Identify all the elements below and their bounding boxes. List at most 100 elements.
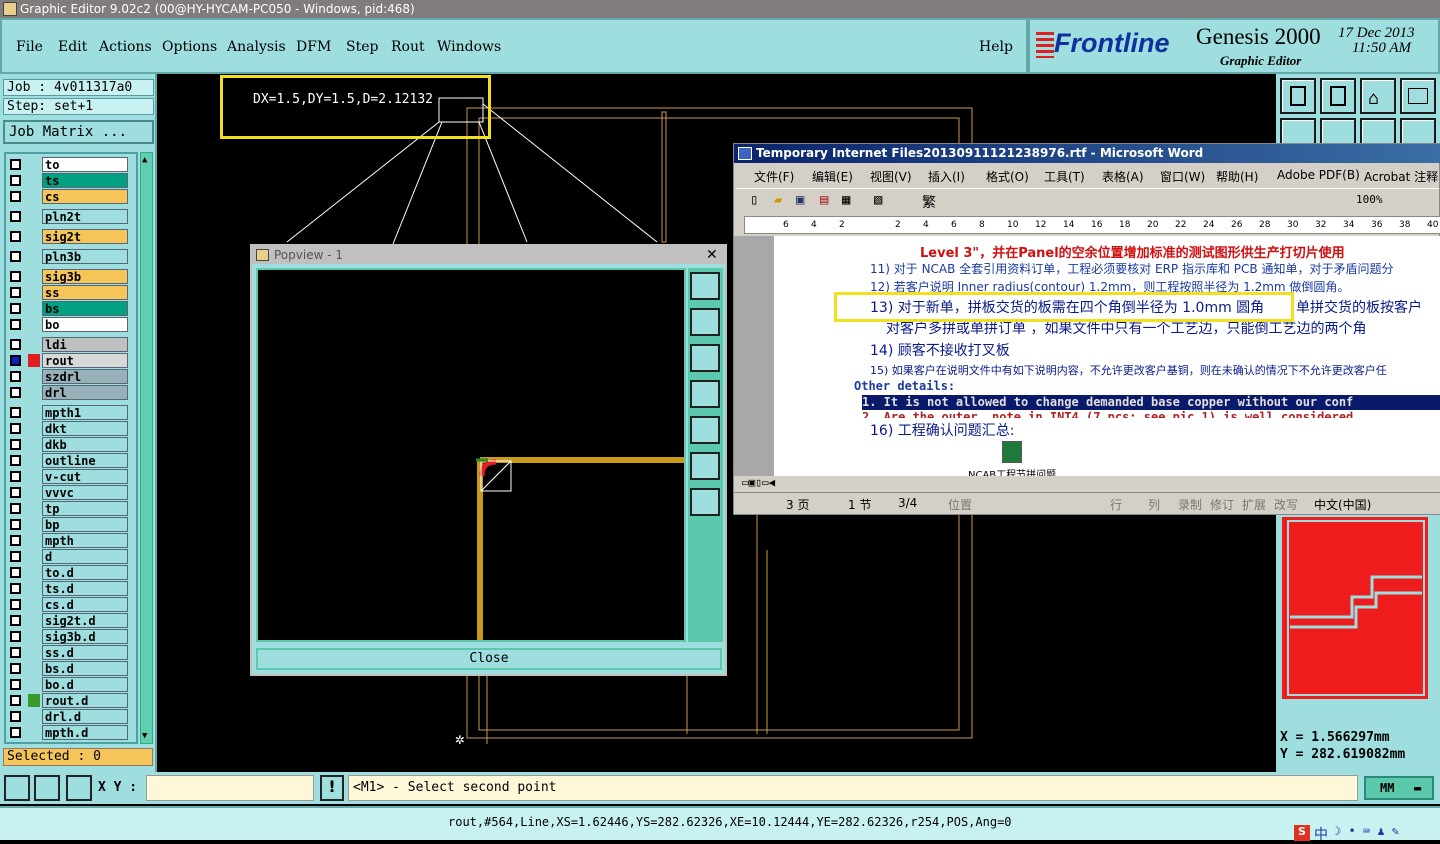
- layer-checkbox[interactable]: [10, 355, 21, 366]
- pop-tool-pan-right-icon[interactable]: [690, 416, 720, 444]
- word-titlebar[interactable]: Temporary Internet Files2013091112123897…: [734, 144, 1440, 163]
- job-matrix-button[interactable]: Job Matrix ...: [3, 120, 154, 144]
- tool-snap-icon[interactable]: [4, 775, 30, 801]
- popview-close-button[interactable]: Close: [256, 648, 722, 670]
- layer-checkbox[interactable]: [10, 519, 21, 530]
- layer-row[interactable]: ts.d: [6, 581, 130, 596]
- tool-grid-icon[interactable]: [66, 775, 92, 801]
- word-menu-edit[interactable]: 编辑(E): [812, 168, 853, 185]
- layer-row[interactable]: sig2t.d: [6, 613, 130, 628]
- layer-checkbox[interactable]: [10, 371, 21, 382]
- word-menu-tools[interactable]: 工具(T): [1044, 168, 1085, 185]
- layer-row[interactable]: ts: [6, 173, 130, 188]
- pop-tool-pan-up-icon[interactable]: [690, 308, 720, 336]
- layer-checkbox[interactable]: [10, 663, 21, 674]
- layer-row[interactable]: szdrl: [6, 369, 130, 384]
- tool-button-4[interactable]: [1400, 78, 1436, 114]
- layer-row[interactable]: d: [6, 549, 130, 564]
- tool-measure-icon[interactable]: [34, 775, 60, 801]
- layer-row[interactable]: cs.d: [6, 597, 130, 612]
- layer-row[interactable]: drl.d: [6, 709, 130, 724]
- print-icon[interactable]: ▦: [842, 192, 850, 208]
- pop-tool-fit-icon[interactable]: [690, 452, 720, 480]
- layer-row[interactable]: drl: [6, 385, 130, 400]
- layer-checkbox[interactable]: [10, 711, 21, 722]
- save-icon[interactable]: ▣: [796, 192, 804, 208]
- layer-checkbox[interactable]: [10, 487, 21, 498]
- tool-button-2[interactable]: [1320, 78, 1356, 114]
- layer-checkbox[interactable]: [10, 535, 21, 546]
- warning-icon[interactable]: !: [320, 775, 344, 801]
- layer-checkbox[interactable]: [10, 727, 21, 738]
- layer-row[interactable]: v-cut: [6, 469, 130, 484]
- layer-checkbox[interactable]: [10, 583, 21, 594]
- layer-row[interactable]: mpth.d: [6, 725, 130, 740]
- layer-row[interactable]: outline: [6, 453, 130, 468]
- pop-tool-center-icon[interactable]: [690, 488, 720, 516]
- menu-dfm[interactable]: DFM: [296, 39, 331, 55]
- layer-row[interactable]: bs: [6, 301, 130, 316]
- menu-actions[interactable]: Actions: [99, 39, 152, 55]
- layer-row[interactable]: to.d: [6, 565, 130, 580]
- menu-options[interactable]: Options: [162, 39, 217, 55]
- layer-checkbox[interactable]: [10, 551, 21, 562]
- layer-row[interactable]: rout.d: [6, 693, 130, 708]
- layer-row[interactable]: dkb: [6, 437, 130, 452]
- word-menu-table[interactable]: 表格(A): [1102, 168, 1144, 185]
- layer-row[interactable]: bs.d: [6, 661, 130, 676]
- layer-checkbox[interactable]: [10, 631, 21, 642]
- layer-checkbox[interactable]: [10, 271, 21, 282]
- layer-checkbox[interactable]: [10, 175, 21, 186]
- menu-edit[interactable]: Edit: [58, 39, 87, 55]
- layer-checkbox[interactable]: [10, 567, 21, 578]
- layer-checkbox[interactable]: [10, 647, 21, 658]
- traditional-icon[interactable]: 繁: [922, 192, 936, 212]
- new-doc-icon[interactable]: ▯: [750, 192, 758, 208]
- layer-checkbox[interactable]: [10, 387, 21, 398]
- word-menu-help[interactable]: 帮助(H): [1216, 168, 1258, 185]
- menu-rout[interactable]: Rout: [391, 39, 425, 55]
- layer-row[interactable]: cs: [6, 189, 130, 204]
- layer-row[interactable]: tp: [6, 501, 130, 516]
- layer-row[interactable]: ss: [6, 285, 130, 300]
- layer-row[interactable]: sig2t: [6, 229, 130, 244]
- layer-checkbox[interactable]: [10, 251, 21, 262]
- thumbnail-view[interactable]: [1280, 515, 1430, 701]
- pdf-icon[interactable]: ▤: [820, 192, 828, 208]
- tool-button-1[interactable]: [1280, 78, 1316, 114]
- layer-checkbox[interactable]: [10, 287, 21, 298]
- menu-help[interactable]: Help: [979, 39, 1013, 55]
- pop-tool-zoom-icon[interactable]: [690, 272, 720, 300]
- layer-row[interactable]: to: [6, 157, 130, 172]
- layer-row[interactable]: pln3b: [6, 249, 130, 264]
- scroll-up-icon[interactable]: ▲: [142, 155, 147, 165]
- pop-tool-pan-left-icon[interactable]: [690, 380, 720, 408]
- layer-checkbox[interactable]: [10, 211, 21, 222]
- ime-tools-icon[interactable]: ☽ • ⌨ ♟ ✎: [1334, 824, 1399, 838]
- view-buttons-icon[interactable]: ▭▣▯▭◀: [742, 476, 775, 489]
- word-menu-window[interactable]: 窗口(W): [1160, 168, 1205, 185]
- layer-checkbox[interactable]: [10, 339, 21, 350]
- word-menu-file[interactable]: 文件(F): [754, 168, 794, 185]
- layer-row[interactable]: sig3b.d: [6, 629, 130, 644]
- layer-checkbox[interactable]: [10, 303, 21, 314]
- layer-checkbox[interactable]: [10, 319, 21, 330]
- word-menu-insert[interactable]: 插入(I): [928, 168, 965, 185]
- scroll-down-icon[interactable]: ▼: [142, 731, 147, 741]
- doc-line-selected[interactable]: 1. It is not allowed to change demanded …: [862, 395, 1440, 410]
- layer-checkbox[interactable]: [10, 407, 21, 418]
- pop-tool-pan-down-icon[interactable]: [690, 344, 720, 372]
- layer-checkbox[interactable]: [10, 439, 21, 450]
- layer-checkbox[interactable]: [10, 695, 21, 706]
- word-menu-view[interactable]: 视图(V): [870, 168, 912, 185]
- open-icon[interactable]: ▰: [774, 192, 782, 208]
- word-menu-acrobat[interactable]: Acrobat 注释: [1364, 168, 1438, 185]
- close-icon[interactable]: ✕: [706, 246, 718, 264]
- layer-checkbox[interactable]: [10, 423, 21, 434]
- layer-checkbox[interactable]: [10, 471, 21, 482]
- excel-attachment-icon[interactable]: [1002, 441, 1022, 463]
- popview-canvas[interactable]: [256, 268, 686, 642]
- popview-titlebar[interactable]: Popview - 1 ✕: [252, 246, 725, 264]
- layer-row[interactable]: mpth: [6, 533, 130, 548]
- zoom-field[interactable]: 100%: [1356, 193, 1383, 206]
